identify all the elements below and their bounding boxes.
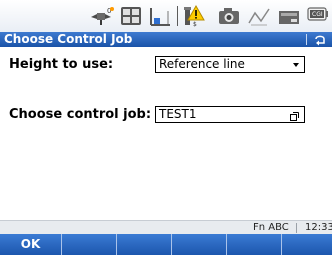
clock: 12:33 [305, 222, 332, 233]
height-to-use-label: Height to use: [9, 57, 114, 72]
softkey-f2[interactable] [62, 234, 117, 255]
total-station-icon[interactable] [148, 5, 172, 27]
page-title: Choose Control Job [4, 32, 133, 46]
control-job-picker[interactable]: TEST1 [155, 106, 305, 123]
compass-icon[interactable] [247, 5, 271, 27]
input-mode-indicator: Fn ABC [253, 222, 289, 233]
softkey-bar: OK [0, 234, 332, 255]
info-divider [296, 223, 297, 233]
softkey-f6[interactable] [282, 234, 332, 255]
height-to-use-select[interactable]: Reference line [155, 56, 305, 73]
info-bar: Fn ABC 12:33 [0, 220, 332, 235]
softkey-f5[interactable] [227, 234, 282, 255]
svg-text:CGI: CGI [312, 11, 323, 18]
height-to-use-value: Reference line [159, 57, 245, 71]
battery-icon[interactable]: CGI [307, 5, 329, 27]
softkey-f4[interactable] [172, 234, 227, 255]
ok-button[interactable]: OK [0, 234, 62, 255]
sensor-warning-icon[interactable]: $ [183, 5, 207, 27]
status-bar: 0 $ CGI [0, 0, 332, 32]
open-list-icon [290, 110, 299, 121]
title-bar: Choose Control Job [0, 32, 332, 47]
control-job-value: TEST1 [159, 107, 197, 121]
chevron-down-icon [293, 63, 299, 67]
status-divider [177, 6, 178, 26]
level-display-icon[interactable] [120, 5, 142, 27]
camera-icon[interactable] [218, 5, 240, 27]
satellite-icon[interactable]: 0 [90, 5, 116, 27]
back-icon[interactable] [312, 32, 328, 47]
choose-control-job-label: Choose control job: [9, 107, 152, 122]
storage-icon[interactable] [278, 5, 300, 27]
svg-text:$: $ [193, 21, 197, 27]
title-divider [306, 34, 307, 45]
softkey-f3[interactable] [117, 234, 172, 255]
